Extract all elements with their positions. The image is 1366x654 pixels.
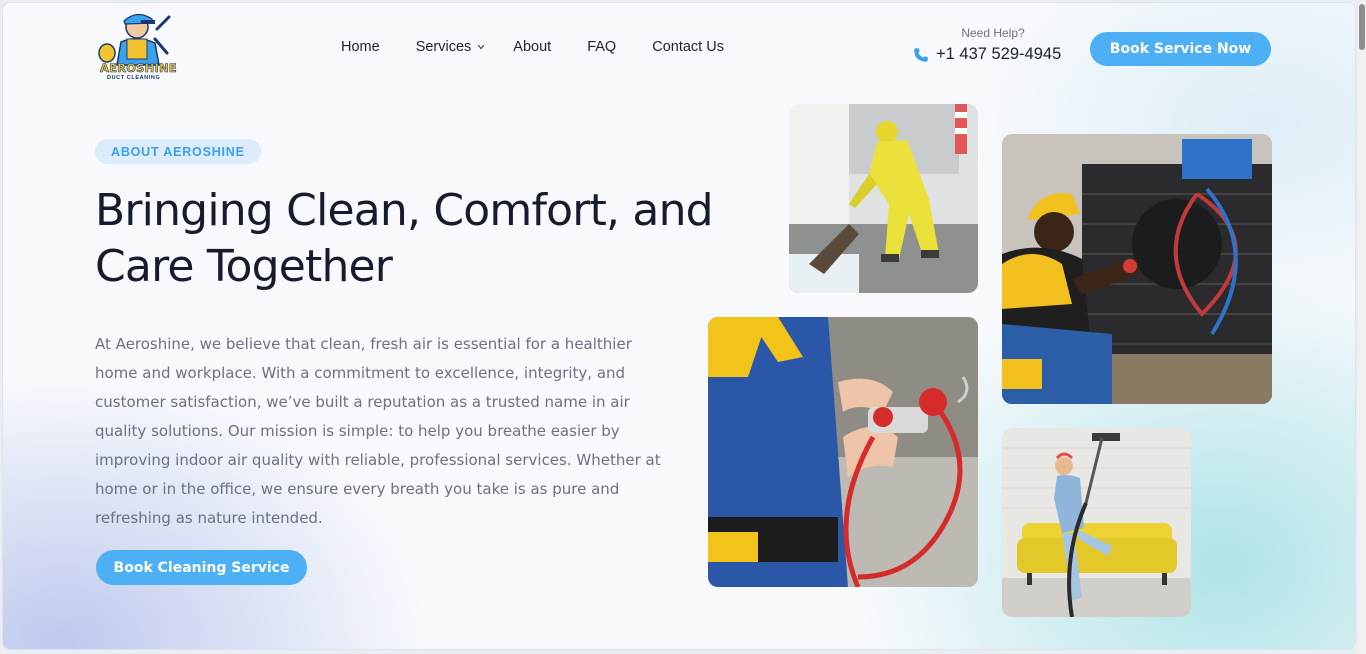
nav-home[interactable]: Home — [341, 39, 380, 55]
book-service-now-button[interactable]: Book Service Now — [1090, 32, 1271, 66]
nav-faq[interactable]: FAQ — [587, 39, 616, 55]
nav-services[interactable]: Services — [416, 39, 486, 55]
section-badge: ABOUT AEROSHINE — [95, 139, 261, 164]
brand-tagline: DUCT CLEANING — [107, 75, 161, 81]
book-cleaning-service-button[interactable]: Book Cleaning Service — [96, 550, 307, 585]
brand-wordmark: AEROSHINE — [100, 61, 177, 75]
about-description: At Aeroshine, we believe that clean, fre… — [95, 335, 661, 527]
scrollbar-thumb[interactable] — [1359, 4, 1365, 50]
page-scrollbar[interactable] — [1358, 0, 1366, 654]
help-contact: Need Help? +1 437 529-4945 — [913, 26, 1073, 64]
main-nav: Home Services About FAQ Contact Us — [341, 39, 760, 55]
phone-link[interactable]: +1 437 529-4945 — [913, 45, 1073, 64]
nav-about[interactable]: About — [513, 39, 551, 55]
nav-services-label: Services — [415, 39, 472, 55]
need-help-label: Need Help? — [961, 26, 1025, 40]
photo-woman-vacuum-sofa — [1002, 428, 1191, 617]
chevron-down-icon — [477, 42, 485, 52]
nav-about-label: About — [513, 39, 552, 55]
nav-faq-label: FAQ — [587, 39, 617, 55]
page-title: Bringing Clean, Comfort, and Care Togeth… — [95, 185, 714, 292]
nav-contact-label: Contact Us — [652, 39, 724, 55]
phone-number: +1 437 529-4945 — [936, 45, 1062, 63]
phone-icon — [914, 47, 928, 62]
page: AEROSHINE DUCT CLEANING Home Services Ab… — [2, 2, 1356, 650]
photo-manifold-gauge-closeup — [708, 317, 978, 587]
brand-logo[interactable]: AEROSHINE DUCT CLEANING — [97, 9, 187, 85]
mascot-icon — [98, 13, 171, 66]
photo-technician-gauges — [1002, 134, 1272, 404]
nav-home-label: Home — [341, 39, 380, 55]
photo-yellow-suit-worker — [789, 104, 978, 293]
nav-contact[interactable]: Contact Us — [652, 39, 724, 55]
